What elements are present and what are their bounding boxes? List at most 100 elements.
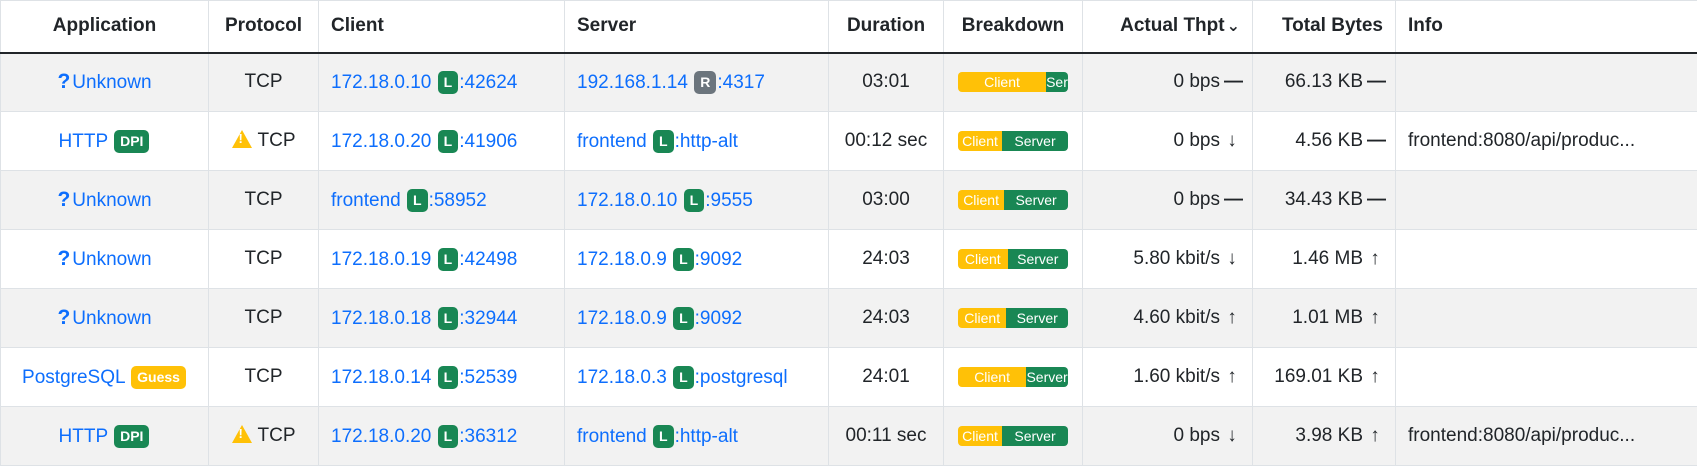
client-host-link[interactable]: 172.18.0.14 [331,367,431,388]
cell-total-bytes: 1.46 MB ↑ [1252,229,1396,289]
cell-total-bytes: 4.56 KB — [1252,111,1396,171]
cell-protocol: TCP [208,111,319,171]
application-link[interactable]: Unknown [72,190,151,211]
col-header-server[interactable]: Server [564,0,829,54]
col-header-actual-thpt[interactable]: Actual Thpt ⌄ [1082,0,1253,54]
client-host-link[interactable]: 172.18.0.18 [331,308,431,329]
breakdown-bar: Client Server [958,130,1068,151]
application-link[interactable]: PostgreSQL [22,367,125,388]
app-badge: DPI [114,129,150,153]
col-header-application[interactable]: Application [0,0,209,54]
server-port-link[interactable]: :4317 [717,72,765,93]
application-link[interactable]: HTTP [59,426,108,447]
client-port-link[interactable]: :58952 [429,190,487,211]
client-host-link[interactable]: frontend [331,190,401,211]
col-header-info[interactable]: Info [1395,0,1697,54]
thpt-value: 0 bps [1173,425,1220,446]
server-host-link[interactable]: 172.18.0.10 [577,190,677,211]
server-port-link[interactable]: :http-alt [675,131,738,152]
thpt-arrow-down-icon: ↓ [1227,248,1237,269]
cell-application: ? Unknown [0,170,209,230]
cell-duration: 00:11 sec [828,406,944,466]
col-header-protocol[interactable]: Protocol [208,0,319,54]
thpt-value: 0 bps [1173,71,1220,93]
thpt-arrow-up-icon: ↑ [1227,366,1237,387]
protocol-label: TCP [244,248,283,269]
cell-protocol: TCP [208,52,319,112]
client-port-link[interactable]: :41906 [459,131,517,152]
cell-breakdown: Client Server [943,170,1083,230]
table-row: PostgreSQL Guess TCP 172.18.0.14 L:52539… [0,347,1697,407]
client-port-link[interactable]: :42624 [459,72,517,93]
server-host-link[interactable]: 172.18.0.9 [577,308,667,329]
cell-server: 192.168.1.14 R:4317 [564,52,829,112]
col-header-breakdown[interactable]: Breakdown [943,0,1083,54]
client-host-link[interactable]: 172.18.0.10 [331,72,431,93]
cell-client: 172.18.0.10 L:42624 [318,52,565,112]
server-host-link[interactable]: 172.18.0.3 [577,367,667,388]
server-location-badge: L [653,424,674,448]
client-port-link[interactable]: :52539 [459,367,517,388]
cell-actual-thpt: 4.60 kbit/s ↑ [1082,288,1253,348]
cell-server: 172.18.0.10 L:9555 [564,170,829,230]
cell-actual-thpt: 0 bps ↓ [1082,406,1253,466]
server-host-link[interactable]: frontend [577,426,647,447]
cell-info [1395,52,1697,112]
bytes-value: 4.56 KB [1295,130,1363,151]
client-port-link[interactable]: :42498 [459,249,517,270]
sort-desc-chevron-icon[interactable]: ⌄ [1227,18,1240,35]
cell-info: frontend:8080/api/produc... [1395,406,1697,466]
cell-duration: 24:03 [828,288,944,348]
application-link[interactable]: Unknown [72,72,151,93]
cell-breakdown: Client Server [943,347,1083,407]
client-location-badge: L [437,70,459,94]
col-header-total-bytes[interactable]: Total Bytes [1252,0,1396,54]
table-row: ? Unknown TCP 172.18.0.10 L:42624 192.168… [0,52,1697,112]
application-link[interactable]: Unknown [72,249,151,270]
client-host-link[interactable]: 172.18.0.20 [331,131,431,152]
table-row: ? Unknown TCP frontend L:58952 172.18.0.1… [0,170,1697,230]
breakdown-bar: Client Server [958,366,1068,387]
breakdown-client-segment: Client [958,366,1027,387]
cell-info [1395,288,1697,348]
breakdown-server-segment: Server [1004,189,1068,210]
thpt-arrow-down-icon: ↓ [1227,130,1237,151]
server-port-link[interactable]: :9092 [695,249,743,270]
cell-actual-thpt: 0 bps — [1082,52,1253,112]
server-port-link[interactable]: :9555 [705,190,753,211]
cell-info: frontend:8080/api/produc... [1395,111,1697,171]
col-header-client[interactable]: Client [318,0,565,54]
client-port-link[interactable]: :32944 [459,308,517,329]
bytes-arrow-up-icon: ↑ [1370,366,1380,387]
client-host-link[interactable]: 172.18.0.19 [331,249,431,270]
client-host-link[interactable]: 172.18.0.20 [331,426,431,447]
cell-protocol: TCP [208,229,319,289]
application-link[interactable]: HTTP [59,131,108,152]
server-host-link[interactable]: frontend [577,131,647,152]
server-port-link[interactable]: :9092 [695,308,743,329]
col-header-duration[interactable]: Duration [828,0,944,54]
bytes-arrow-up-icon: ↑ [1370,307,1380,328]
thpt-value: 0 bps [1173,130,1220,151]
breakdown-bar: Client Ser [958,72,1068,93]
cell-client: 172.18.0.19 L:42498 [318,229,565,289]
breakdown-client-segment: Client [958,189,1005,210]
cell-breakdown: Client Server [943,111,1083,171]
cell-breakdown: Client Server [943,288,1083,348]
server-port-link[interactable]: :postgresql [695,367,788,388]
cell-client: 172.18.0.20 L:36312 [318,406,565,466]
cell-info [1395,229,1697,289]
breakdown-bar: Client Server [958,425,1068,446]
client-location-badge: L [437,247,459,271]
server-host-link[interactable]: 192.168.1.14 [577,72,688,93]
client-port-link[interactable]: :36312 [459,426,517,447]
breakdown-server-segment: Server [1002,130,1068,151]
cell-application: ? Unknown [0,52,209,112]
server-port-link[interactable]: :http-alt [675,426,738,447]
server-host-link[interactable]: 172.18.0.9 [577,249,667,270]
client-location-badge: L [437,129,459,153]
application-link[interactable]: Unknown [72,308,151,329]
cell-application: HTTP DPI [0,406,209,466]
breakdown-client-segment: Client [958,248,1008,269]
cell-total-bytes: 34.43 KB — [1252,170,1396,230]
